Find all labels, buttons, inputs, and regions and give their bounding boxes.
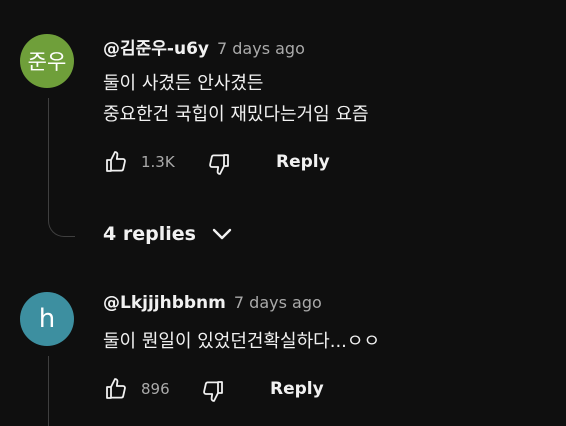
comment-author[interactable]: @김준우-u6y	[103, 34, 209, 59]
like-count: 1.3K	[141, 153, 175, 171]
avatar-initials: h	[38, 304, 56, 334]
chevron-down-icon	[212, 228, 232, 240]
comment-author[interactable]: @Lkjjjhbbnm	[103, 293, 226, 313]
comment-header: @김준우-u6y 7 days ago	[103, 34, 305, 59]
comment-text-line: 둘이 뭔일이 있었던건확실하다...ㅇㅇ	[103, 331, 381, 352]
comment-text-line: 둘이 사겼든 안사겼든	[103, 73, 264, 94]
comment-header: @Lkjjjhbbnm 7 days ago	[103, 293, 322, 313]
avatar[interactable]: h	[20, 292, 74, 346]
thumbs-down-icon[interactable]	[201, 379, 225, 403]
reply-button[interactable]: Reply	[276, 152, 330, 172]
comment-text: 둘이 사겼든 안사겼든 중요한건 국힙이 재밌다는거임 요즘	[103, 68, 369, 130]
like-count: 896	[141, 380, 170, 398]
thumbs-up-icon[interactable]	[104, 377, 128, 401]
thread-connector	[48, 98, 75, 237]
replies-count-label: 4 replies	[103, 223, 196, 245]
comment-timestamp[interactable]: 7 days ago	[217, 39, 305, 58]
thread-connector	[48, 356, 49, 426]
thumbs-up-icon[interactable]	[104, 150, 128, 174]
thumbs-down-icon[interactable]	[207, 152, 231, 176]
comment-timestamp[interactable]: 7 days ago	[234, 293, 322, 312]
comment-text-line: 중요한건 국힙이 재밌다는거임 요즘	[103, 104, 369, 125]
replies-toggle-button[interactable]: 4 replies	[103, 222, 234, 246]
reply-button[interactable]: Reply	[270, 379, 324, 399]
comment-text: 둘이 뭔일이 있었던건확실하다...ㅇㅇ	[103, 326, 380, 357]
avatar-initials: 준우	[27, 50, 67, 74]
avatar[interactable]: 준우	[20, 34, 74, 88]
